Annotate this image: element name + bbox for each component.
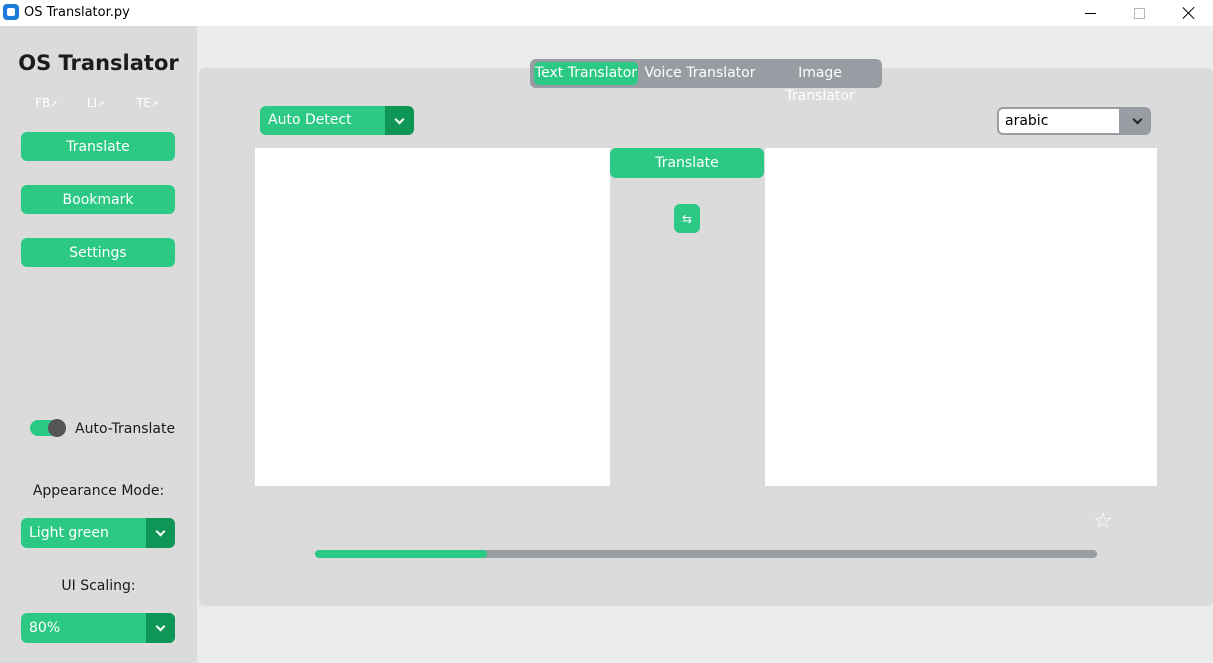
chevron-down-icon <box>1132 114 1142 125</box>
external-link-icon: ↗ <box>97 100 105 110</box>
external-link-icon: ↗ <box>50 100 58 110</box>
external-link-icon: ↗ <box>150 100 159 110</box>
translate-nav-button[interactable]: Translate <box>21 132 175 161</box>
translation-progress-bar <box>315 550 1097 558</box>
dropdown-value: Auto Detect <box>268 112 352 128</box>
app-icon <box>3 4 19 20</box>
dropdown-arrow[interactable] <box>146 613 175 643</box>
title-bar: OS Translator.py <box>0 0 1213 26</box>
app-logo: OS Translator <box>18 51 179 75</box>
social-label: FB <box>35 96 51 110</box>
tab-text-translator[interactable]: Text Translator <box>534 62 638 85</box>
minimize-button[interactable] <box>1067 0 1113 26</box>
dropdown-value: 80% <box>29 620 61 636</box>
minimize-icon <box>1084 12 1096 14</box>
appearance-mode-dropdown[interactable]: Light green <box>21 518 175 548</box>
chevron-down-icon <box>155 526 166 537</box>
appearance-mode-label: Appearance Mode: <box>32 483 165 499</box>
tab-image-translator[interactable]: Image Translator <box>763 62 877 104</box>
bookmark-star-icon[interactable]: ☆ <box>1093 510 1113 534</box>
switch-knob <box>48 419 66 437</box>
chevron-down-icon <box>155 621 166 632</box>
swap-icon: ⇆ <box>681 211 693 226</box>
maximize-icon <box>1133 7 1145 19</box>
source-language-dropdown[interactable]: Auto Detect <box>260 106 414 135</box>
chevron-down-icon <box>394 114 405 124</box>
telegram-link[interactable]: TE↗ <box>136 96 158 110</box>
close-icon <box>1183 7 1195 19</box>
ui-scaling-label: UI Scaling: <box>61 578 136 594</box>
window-title: OS Translator.py <box>24 5 130 20</box>
translated-text-output[interactable] <box>765 148 1157 486</box>
translator-tabs: Text Translator Voice Translator Image T… <box>530 59 882 104</box>
dropdown-arrow[interactable] <box>385 106 414 135</box>
dropdown-arrow[interactable] <box>146 518 175 548</box>
swap-languages-button[interactable]: ⇆ <box>674 204 700 233</box>
bookmark-nav-button[interactable]: Bookmark <box>21 185 175 214</box>
social-label: LI <box>87 96 98 110</box>
sidebar: OS Translator FB↗ LI↗ TE↗ Translate Book… <box>0 26 197 663</box>
facebook-link[interactable]: FB↗ <box>35 96 58 110</box>
dropdown-value: Light green <box>29 525 109 541</box>
dropdown-arrow[interactable] <box>1123 107 1151 135</box>
translate-button[interactable]: Translate <box>610 148 764 178</box>
maximize-button[interactable] <box>1116 0 1162 26</box>
ui-scaling-dropdown[interactable]: 80% <box>21 613 175 643</box>
close-button[interactable] <box>1166 0 1212 26</box>
auto-translate-label: Auto-Translate <box>75 421 176 437</box>
progress-fill <box>315 550 488 558</box>
target-language-dropdown[interactable]: arabic <box>997 107 1151 135</box>
target-language-entry[interactable]: arabic <box>999 109 1119 133</box>
source-text-input[interactable] <box>255 148 610 486</box>
settings-nav-button[interactable]: Settings <box>21 238 175 267</box>
auto-translate-switch[interactable] <box>30 419 66 437</box>
social-label: TE <box>136 96 151 110</box>
tab-voice-translator[interactable]: Voice Translator <box>644 62 756 85</box>
linkedin-link[interactable]: LI↗ <box>87 96 105 110</box>
